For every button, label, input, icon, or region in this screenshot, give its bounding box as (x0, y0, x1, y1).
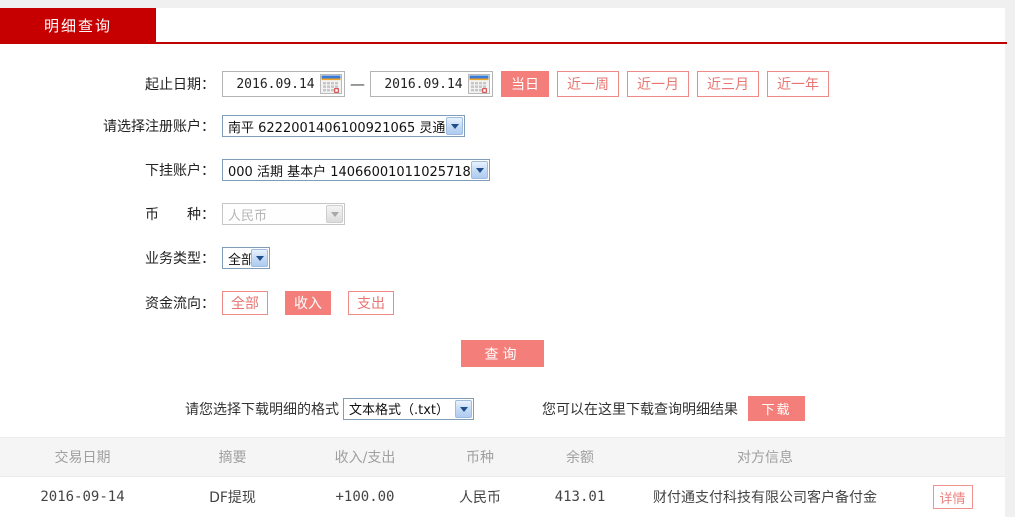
start-date-value: 2016.09.14 (236, 76, 315, 92)
download-row: 请您选择下载明细的格式 文本格式（.txt） 您可以在这里下载查询明细结果 下载 (185, 396, 1005, 421)
fund-flow-all-button[interactable]: 全部 (222, 291, 268, 315)
register-account-value: 南平 6222001406100921065 灵通卡 (228, 120, 446, 136)
business-type-select[interactable]: 全部 (222, 247, 270, 269)
chevron-down-icon (251, 249, 268, 267)
register-account-label: 请选择注册账户： (103, 119, 215, 135)
main-panel: 明细查询 起止日期： 2016.09.14 — 2016.09.14 当日 近一… (0, 8, 1007, 517)
date-range-row: 起止日期： 2016.09.14 — 2016.09.14 当日 近一周 近一月… (0, 71, 1005, 97)
download-format-select[interactable]: 文本格式（.txt） (343, 397, 474, 420)
cell-currency: 人民币 (430, 476, 530, 517)
download-button[interactable]: 下载 (748, 396, 805, 421)
currency-value: 人民币 (228, 208, 268, 224)
cell-summary: DF提现 (165, 476, 300, 517)
detail-query-page: 明细查询 起止日期： 2016.09.14 — 2016.09.14 当日 近一… (0, 0, 1015, 517)
query-button[interactable]: 查询 (461, 340, 544, 367)
business-type-label: 业务类型： (145, 251, 215, 267)
currency-row: 币 种： 人民币 (0, 203, 1005, 225)
cell-counterparty: 财付通支付科技有限公司客户备付金 (630, 476, 900, 517)
header-summary: 摘要 (165, 437, 300, 477)
detail-button[interactable]: 详情 (932, 485, 973, 509)
date-range-label: 起止日期： (145, 77, 215, 93)
start-date-input[interactable]: 2016.09.14 (222, 71, 345, 97)
download-format-value: 文本格式（.txt） (349, 403, 450, 418)
header-in-out: 收入/支出 (300, 437, 430, 477)
calendar-icon[interactable] (468, 74, 490, 94)
quick-range-today-button[interactable]: 当日 (501, 71, 549, 97)
header-balance: 余额 (530, 437, 630, 477)
business-type-value: 全部 (228, 252, 251, 268)
cell-action: 详情 (900, 476, 1005, 517)
register-account-row: 请选择注册账户： 南平 6222001406100921065 灵通卡 (0, 115, 1005, 137)
sub-account-row: 下挂账户： 000 活期 基本户 1406600101102571848 (0, 159, 1005, 181)
table-header-row: 交易日期 摘要 收入/支出 币种 余额 对方信息 (0, 437, 1005, 477)
fund-flow-income-button[interactable]: 收入 (285, 291, 331, 315)
sub-account-label: 下挂账户： (145, 163, 215, 179)
query-button-row: 查询 (0, 340, 1005, 367)
tab-label: 明细查询 (43, 16, 112, 35)
query-form: 起止日期： 2016.09.14 — 2016.09.14 当日 近一周 近一月… (0, 44, 1005, 421)
download-format-label: 请您选择下载明细的格式 (185, 401, 339, 418)
chevron-down-icon (326, 205, 343, 223)
calendar-icon[interactable] (320, 74, 342, 94)
quick-range-week-button[interactable]: 近一周 (557, 71, 619, 97)
currency-select: 人民币 (222, 203, 345, 225)
chevron-down-icon (446, 117, 463, 135)
fund-flow-label: 资金流向： (145, 296, 215, 312)
cell-amount: +100.00 (300, 476, 430, 517)
quick-range-year-button[interactable]: 近一年 (767, 71, 829, 97)
currency-label: 币 种： (145, 207, 215, 223)
end-date-value: 2016.09.14 (384, 76, 463, 92)
download-hint: 您可以在这里下载查询明细结果 (542, 401, 738, 418)
cell-balance: 413.01 (530, 476, 630, 517)
tab-bar: 明细查询 (0, 8, 1005, 42)
quick-range-quarter-button[interactable]: 近三月 (697, 71, 759, 97)
business-type-row: 业务类型： 全部 (0, 247, 1005, 269)
header-action (900, 437, 1005, 477)
date-range-separator: — (350, 75, 365, 93)
quick-range-month-button[interactable]: 近一月 (627, 71, 689, 97)
end-date-input[interactable]: 2016.09.14 (370, 71, 493, 97)
table-row: 2016-09-14 DF提现 +100.00 人民币 413.01 财付通支付… (0, 476, 1005, 517)
header-currency: 币种 (430, 437, 530, 477)
chevron-down-icon (471, 161, 488, 179)
tab-detail-query[interactable]: 明细查询 (0, 8, 156, 42)
cell-date: 2016-09-14 (0, 476, 165, 517)
header-counterparty: 对方信息 (630, 437, 900, 477)
chevron-down-icon (455, 399, 472, 418)
register-account-select[interactable]: 南平 6222001406100921065 灵通卡 (222, 115, 465, 137)
header-date: 交易日期 (0, 437, 165, 477)
sub-account-select[interactable]: 000 活期 基本户 1406600101102571848 (222, 159, 490, 181)
results-table: 交易日期 摘要 收入/支出 币种 余额 对方信息 2016-09-14 DF提现… (0, 437, 1005, 517)
sub-account-value: 000 活期 基本户 1406600101102571848 (228, 164, 471, 180)
fund-flow-expense-button[interactable]: 支出 (348, 291, 394, 315)
fund-flow-row: 资金流向： 全部 收入 支出 (0, 291, 1005, 315)
